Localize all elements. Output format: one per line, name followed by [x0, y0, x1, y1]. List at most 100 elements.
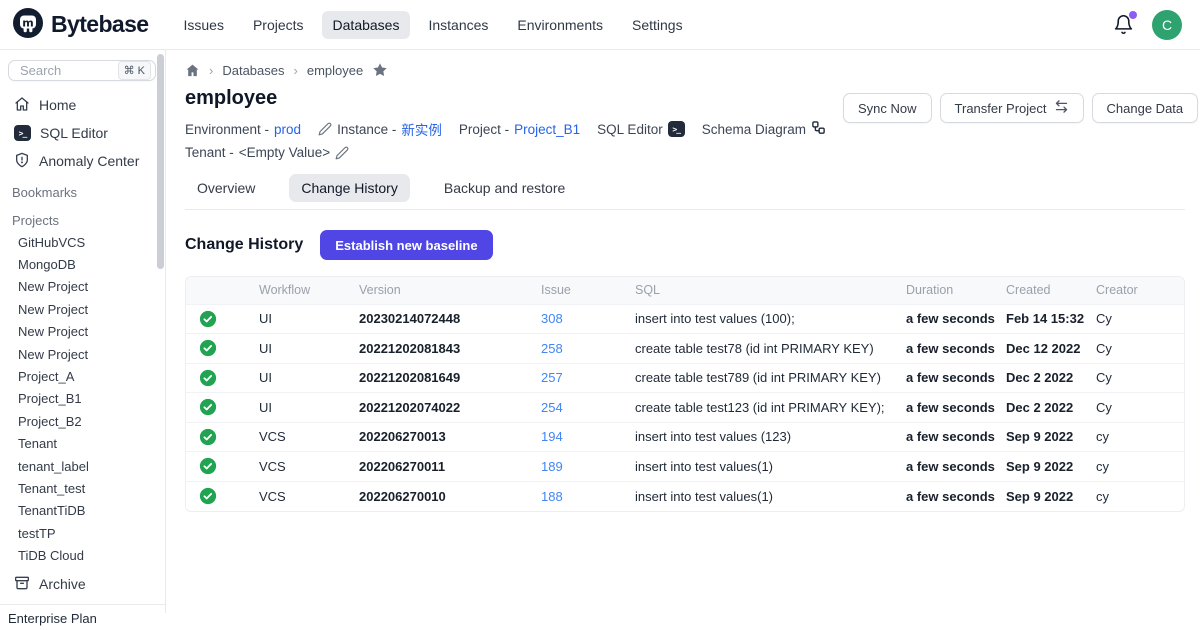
bytebase-logo-icon: m — [12, 7, 44, 42]
table-row[interactable]: UI 20221202081843 258 create table test7… — [186, 334, 1184, 364]
sidebar-project-item[interactable]: testTP — [0, 522, 165, 544]
sidebar-project-item[interactable]: Project_B2 — [0, 410, 165, 432]
table-row[interactable]: VCS 202206270011 189 insert into test va… — [186, 452, 1184, 482]
tab-backup-and-restore[interactable]: Backup and restore — [432, 174, 577, 202]
cell-creator: Cy — [1096, 334, 1184, 364]
sql-editor-link[interactable]: SQL Editor >_ — [597, 121, 685, 137]
issue-link[interactable]: 258 — [541, 341, 563, 356]
user-avatar[interactable]: C — [1152, 10, 1182, 40]
nav-item-environments[interactable]: Environments — [506, 11, 614, 39]
cell-created: Dec 2 2022 — [1006, 393, 1096, 423]
issue-link[interactable]: 188 — [541, 489, 563, 504]
nav-item-instances[interactable]: Instances — [417, 11, 499, 39]
sidebar-project-item[interactable]: MongoDB — [0, 253, 165, 275]
project-link[interactable]: Project_B1 — [514, 122, 580, 137]
cell-created: Sep 9 2022 — [1006, 452, 1096, 482]
table-row[interactable]: VCS 202206270013 194 insert into test va… — [186, 422, 1184, 452]
table-row[interactable]: UI 20230214072448 308 insert into test v… — [186, 304, 1184, 334]
change-data-button[interactable]: Change Data — [1092, 93, 1199, 123]
terminal-icon: >_ — [14, 125, 31, 141]
sidebar-project-item[interactable]: New Project — [0, 276, 165, 298]
edit-pencil-icon[interactable] — [335, 146, 349, 160]
breadcrumb-home-icon[interactable] — [185, 63, 200, 78]
bytebase-logo[interactable]: m Bytebase — [12, 7, 148, 42]
sidebar-project-item[interactable]: TenantTiDB — [0, 500, 165, 522]
sidebar-project-item[interactable]: Project_A — [0, 365, 165, 387]
breadcrumb-databases[interactable]: Databases — [222, 63, 284, 78]
sidebar-project-item[interactable]: TiDB Cloud — [0, 544, 165, 566]
cell-sql: insert into test values(1) — [635, 481, 906, 511]
cell-workflow: VCS — [259, 452, 359, 482]
sidebar-item-anomaly-center[interactable]: Anomaly Center — [0, 147, 165, 175]
schema-diagram-icon — [811, 120, 826, 138]
nav-item-settings[interactable]: Settings — [621, 11, 694, 39]
cell-version: 20230214072448 — [359, 304, 541, 334]
issue-link[interactable]: 308 — [541, 311, 563, 326]
nav-item-projects[interactable]: Projects — [242, 11, 315, 39]
breadcrumb: › Databases › employee — [185, 62, 1185, 78]
nav-item-issues[interactable]: Issues — [172, 11, 234, 39]
nav-item-databases[interactable]: Databases — [322, 11, 411, 39]
column-header-created: Created — [1006, 277, 1096, 304]
plan-footer: Enterprise Plan — [0, 604, 165, 630]
sidebar-project-item[interactable]: GitHubVCS — [0, 231, 165, 253]
cell-duration: a few seconds — [906, 422, 1006, 452]
sync-now-button[interactable]: Sync Now — [843, 93, 932, 123]
bookmark-star-icon[interactable] — [372, 62, 388, 78]
table-row[interactable]: UI 20221202081649 257 create table test7… — [186, 363, 1184, 393]
notifications-bell-icon[interactable] — [1113, 14, 1135, 36]
sidebar-project-item[interactable]: Tenant_test — [0, 477, 165, 499]
cell-creator: Cy — [1096, 393, 1184, 423]
instance-link[interactable]: 新实例 — [401, 119, 442, 139]
transfer-project-button[interactable]: Transfer Project — [940, 93, 1084, 123]
issue-link[interactable]: 194 — [541, 429, 563, 444]
sidebar-project-item[interactable]: New Project — [0, 298, 165, 320]
projects-section-label: Projects — [0, 203, 165, 231]
tab-change-history[interactable]: Change History — [289, 174, 410, 202]
sidebar: ⌘ K Home >_ SQL Editor Anomaly Center Bo… — [0, 50, 166, 613]
change-history-heading: Change History — [185, 236, 303, 254]
column-header-workflow: Workflow — [259, 277, 359, 304]
table-row[interactable]: VCS 202206270010 188 insert into test va… — [186, 481, 1184, 511]
establish-baseline-button[interactable]: Establish new baseline — [320, 230, 492, 260]
sidebar-project-item[interactable]: New Project — [0, 321, 165, 343]
search-input[interactable] — [18, 62, 104, 79]
issue-link[interactable]: 254 — [541, 400, 563, 415]
sidebar-project-item[interactable]: New Project — [0, 343, 165, 365]
success-check-icon — [199, 339, 259, 357]
cell-duration: a few seconds — [906, 334, 1006, 364]
notification-dot — [1129, 11, 1137, 19]
sidebar-project-item[interactable]: tenant_label — [0, 455, 165, 477]
environment-label: Environment - — [185, 122, 269, 137]
cell-sql: insert into test values (100); — [635, 304, 906, 334]
column-header-duration: Duration — [906, 277, 1006, 304]
edit-pen-icon[interactable] — [318, 122, 332, 136]
sidebar-item-home[interactable]: Home — [0, 91, 165, 119]
cell-creator: Cy — [1096, 363, 1184, 393]
table-row[interactable]: UI 20221202074022 254 create table test1… — [186, 393, 1184, 423]
sidebar-item-archive[interactable]: Archive — [0, 567, 165, 604]
sidebar-project-item[interactable]: Tenant — [0, 433, 165, 455]
sidebar-project-item[interactable]: Project_B1 — [0, 388, 165, 410]
issue-link[interactable]: 189 — [541, 459, 563, 474]
issue-link[interactable]: 257 — [541, 370, 563, 385]
tab-overview[interactable]: Overview — [185, 174, 267, 202]
cell-sql: create table test123 (id int PRIMARY KEY… — [635, 393, 906, 423]
cell-version: 202206270013 — [359, 422, 541, 452]
column-header-issue: Issue — [541, 277, 635, 304]
environment-link[interactable]: prod — [274, 122, 301, 137]
cell-version: 20221202081649 — [359, 363, 541, 393]
home-icon — [14, 96, 30, 115]
main-content: › Databases › employee employee Environm… — [166, 50, 1200, 613]
cell-duration: a few seconds — [906, 481, 1006, 511]
schema-diagram-link[interactable]: Schema Diagram — [702, 120, 826, 138]
cell-version: 202206270011 — [359, 452, 541, 482]
sidebar-item-sql-editor[interactable]: >_ SQL Editor — [0, 119, 165, 147]
sidebar-scrollbar[interactable] — [157, 54, 164, 269]
cell-sql: create table test78 (id int PRIMARY KEY) — [635, 334, 906, 364]
svg-text:m: m — [22, 17, 33, 30]
database-tabs: Overview Change History Backup and resto… — [185, 174, 1185, 210]
cell-workflow: UI — [259, 304, 359, 334]
project-list: GitHubVCS MongoDB New Project New Projec… — [0, 231, 165, 567]
tenant-value: <Empty Value> — [239, 145, 330, 160]
